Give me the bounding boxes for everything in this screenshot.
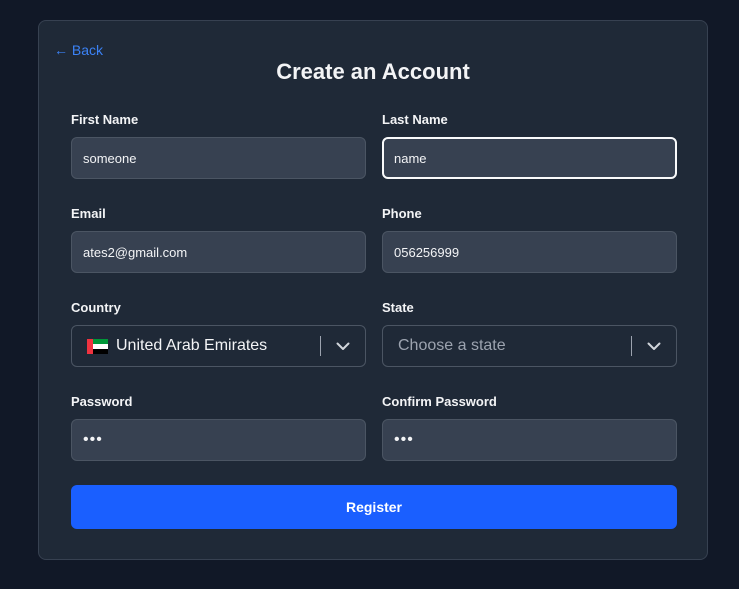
chevron-down-icon[interactable] [640, 332, 668, 360]
first-name-label: First Name [71, 112, 139, 127]
back-link[interactable]: ← Back [54, 42, 103, 58]
state-placeholder: Choose a state [398, 337, 506, 354]
first-name-input[interactable] [71, 137, 366, 179]
country-select[interactable]: United Arab Emirates [71, 325, 366, 367]
registration-card: ← Back Create an Account First Name Last… [38, 20, 708, 560]
password-input[interactable] [71, 419, 366, 461]
country-label: Country [71, 300, 121, 315]
state-label: State [382, 300, 414, 315]
last-name-input[interactable] [382, 137, 677, 179]
page-title: Create an Account [276, 59, 470, 84]
phone-label: Phone [382, 206, 422, 221]
select-separator [320, 336, 321, 356]
password-label: Password [71, 394, 133, 409]
country-selected-text: United Arab Emirates [116, 337, 268, 354]
email-label: Email [71, 206, 106, 221]
state-select-value: Choose a state [383, 337, 631, 355]
confirm-password-input[interactable] [382, 419, 677, 461]
email-input[interactable] [71, 231, 366, 273]
uae-flag-icon [87, 338, 108, 354]
last-name-label: Last Name [382, 112, 448, 127]
confirm-password-label: Confirm Password [382, 394, 497, 409]
state-select[interactable]: Choose a state [382, 325, 677, 367]
chevron-down-icon[interactable] [329, 332, 357, 360]
select-separator [631, 336, 632, 356]
country-select-value: United Arab Emirates [72, 337, 320, 355]
register-button[interactable]: Register [71, 485, 677, 529]
phone-input[interactable] [382, 231, 677, 273]
